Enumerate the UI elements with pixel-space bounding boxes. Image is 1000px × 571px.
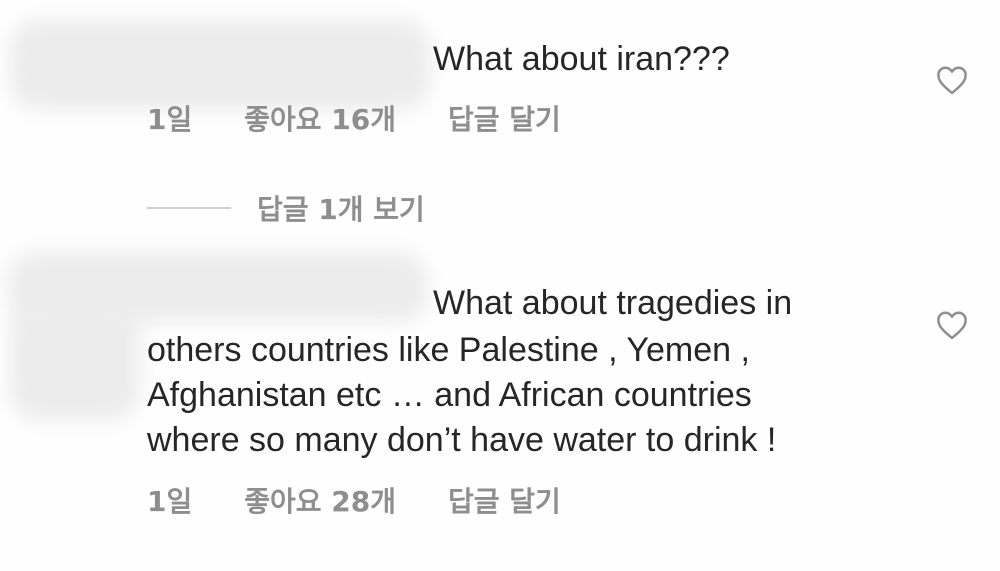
- comment-text-line-1: What about tragedies in: [433, 284, 793, 322]
- username-redacted: [10, 300, 140, 420]
- comment-text-line-2: others countries like Palestine , Yemen …: [147, 331, 750, 369]
- comments-panel: What about iran??? 1일 좋아요 16개 답글 달기 답글 1…: [0, 0, 1000, 571]
- comment-time: 1일: [147, 103, 193, 136]
- likes-count[interactable]: 좋아요 16개: [244, 98, 396, 138]
- comment-meta: 1일 좋아요 28개 답글 달기: [147, 480, 561, 520]
- username-redacted: [10, 20, 430, 110]
- reply-button[interactable]: 답글 달기: [448, 480, 561, 520]
- divider-line: [147, 207, 231, 209]
- view-replies-label: 답글 1개 보기: [257, 193, 425, 226]
- heart-outline-icon[interactable]: [935, 65, 969, 95]
- likes-count[interactable]: 좋아요 28개: [244, 480, 396, 520]
- comment-time: 1일: [147, 485, 193, 518]
- comment-text: What about iran???: [433, 40, 730, 78]
- reply-button[interactable]: 답글 달기: [448, 98, 561, 138]
- comment-text-line-4: where so many don’t have water to drink …: [147, 421, 777, 459]
- heart-outline-icon[interactable]: [935, 310, 969, 340]
- view-replies-button[interactable]: 답글 1개 보기: [147, 188, 425, 228]
- comment-text-line-3: Afghanistan etc … and African countries: [147, 376, 752, 414]
- comment-meta: 1일 좋아요 16개 답글 달기: [147, 98, 561, 138]
